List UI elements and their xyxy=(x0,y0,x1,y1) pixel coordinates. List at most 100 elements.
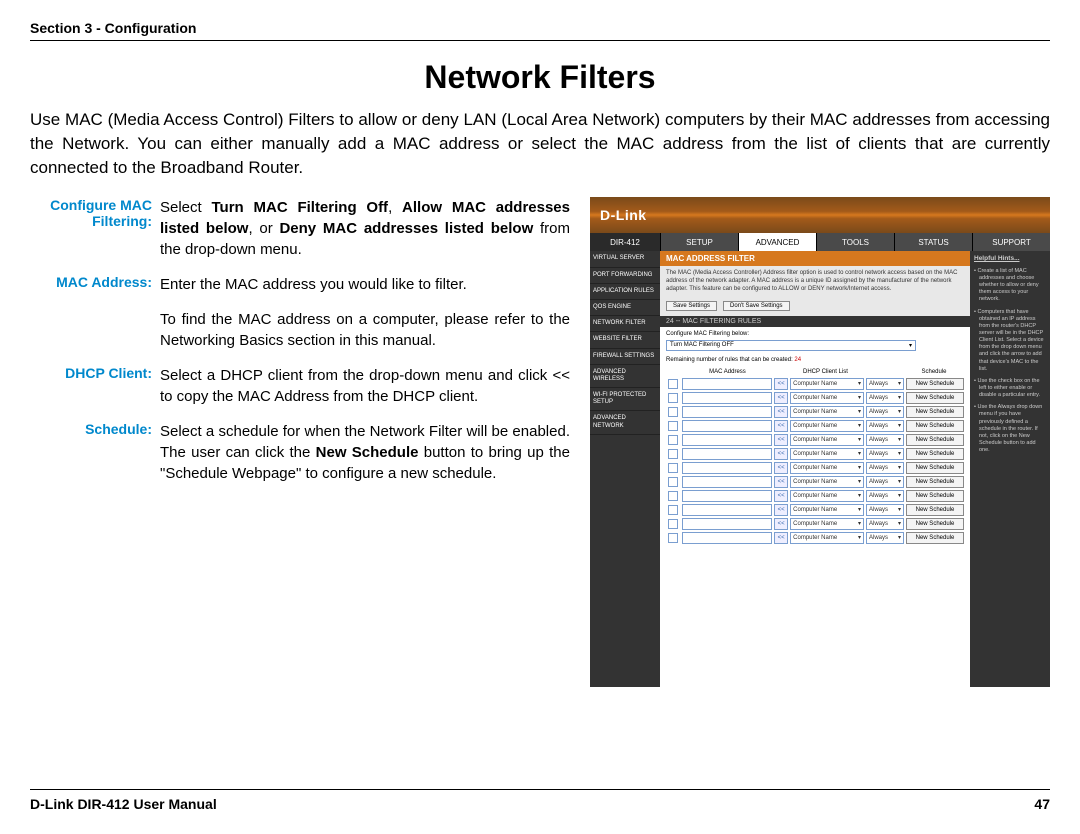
schedule-select[interactable]: Always▾ xyxy=(866,420,904,432)
mac-address-input[interactable] xyxy=(682,420,772,432)
dhcp-client-select[interactable]: Computer Name▾ xyxy=(790,504,864,516)
sidebar-item[interactable]: ADVANCED NETWORK xyxy=(590,411,660,434)
row-checkbox[interactable] xyxy=(668,393,678,403)
nav-support[interactable]: SUPPORT xyxy=(972,233,1050,251)
schedule-select[interactable]: Always▾ xyxy=(866,490,904,502)
mac-address-input[interactable] xyxy=(682,490,772,502)
mac-address-input[interactable] xyxy=(682,392,772,404)
schedule-select[interactable]: Always▾ xyxy=(866,392,904,404)
sidebar-item[interactable]: FIREWALL SETTINGS xyxy=(590,349,660,365)
copy-mac-button[interactable]: << xyxy=(774,490,788,502)
row-checkbox[interactable] xyxy=(668,491,678,501)
chevron-down-icon: ▾ xyxy=(858,450,861,457)
copy-mac-button[interactable]: << xyxy=(774,504,788,516)
copy-mac-button[interactable]: << xyxy=(774,434,788,446)
dhcp-client-select[interactable]: Computer Name▾ xyxy=(790,378,864,390)
copy-mac-button[interactable]: << xyxy=(774,448,788,460)
save-settings-button[interactable]: Save Settings xyxy=(666,301,717,311)
dhcp-client-select[interactable]: Computer Name▾ xyxy=(790,434,864,446)
copy-mac-button[interactable]: << xyxy=(774,392,788,404)
configure-label: Configure MAC Filtering below: xyxy=(666,331,964,337)
row-checkbox[interactable] xyxy=(668,505,678,515)
sidebar-item[interactable]: VIRTUAL SERVER xyxy=(590,251,660,267)
sidebar-item[interactable]: WI-FI PROTECTED SETUP xyxy=(590,388,660,411)
dhcp-client-select[interactable]: Computer Name▾ xyxy=(790,462,864,474)
chevron-down-icon: ▾ xyxy=(898,394,901,401)
new-schedule-button[interactable]: New Schedule xyxy=(906,448,964,460)
nav-status[interactable]: STATUS xyxy=(894,233,972,251)
copy-mac-button[interactable]: << xyxy=(774,518,788,530)
new-schedule-button[interactable]: New Schedule xyxy=(906,462,964,474)
copy-mac-button[interactable]: << xyxy=(774,420,788,432)
dhcp-client-select[interactable]: Computer Name▾ xyxy=(790,518,864,530)
dhcp-client-select[interactable]: Computer Name▾ xyxy=(790,476,864,488)
new-schedule-button[interactable]: New Schedule xyxy=(906,532,964,544)
mac-address-input[interactable] xyxy=(682,406,772,418)
row-checkbox[interactable] xyxy=(668,533,678,543)
schedule-select[interactable]: Always▾ xyxy=(866,532,904,544)
row-checkbox[interactable] xyxy=(668,519,678,529)
filter-row: <<Computer Name▾Always▾New Schedule xyxy=(666,447,964,461)
copy-mac-button[interactable]: << xyxy=(774,532,788,544)
schedule-select[interactable]: Always▾ xyxy=(866,476,904,488)
nav-tools[interactable]: TOOLS xyxy=(816,233,894,251)
row-checkbox[interactable] xyxy=(668,421,678,431)
new-schedule-button[interactable]: New Schedule xyxy=(906,378,964,390)
mac-address-input[interactable] xyxy=(682,462,772,474)
new-schedule-button[interactable]: New Schedule xyxy=(906,420,964,432)
manual-title: D-Link DIR-412 User Manual xyxy=(30,796,217,812)
copy-mac-button[interactable]: << xyxy=(774,406,788,418)
chevron-down-icon: ▾ xyxy=(858,408,861,415)
row-checkbox[interactable] xyxy=(668,407,678,417)
dhcp-client-select[interactable]: Computer Name▾ xyxy=(790,420,864,432)
hint-item: Create a list of MAC addresses and choos… xyxy=(974,268,1046,304)
mac-address-input[interactable] xyxy=(682,378,772,390)
mac-filtering-select[interactable]: Turn MAC Filtering OFF ▾ xyxy=(666,340,916,351)
row-checkbox[interactable] xyxy=(668,449,678,459)
new-schedule-button[interactable]: New Schedule xyxy=(906,476,964,488)
new-schedule-button[interactable]: New Schedule xyxy=(906,406,964,418)
dhcp-client-select[interactable]: Computer Name▾ xyxy=(790,490,864,502)
new-schedule-button[interactable]: New Schedule xyxy=(906,490,964,502)
chevron-down-icon: ▾ xyxy=(898,380,901,387)
dhcp-client-select[interactable]: Computer Name▾ xyxy=(790,392,864,404)
row-checkbox[interactable] xyxy=(668,463,678,473)
schedule-select[interactable]: Always▾ xyxy=(866,504,904,516)
new-schedule-button[interactable]: New Schedule xyxy=(906,504,964,516)
mac-address-input[interactable] xyxy=(682,448,772,460)
chevron-down-icon: ▾ xyxy=(898,464,901,471)
dont-save-settings-button[interactable]: Don't Save Settings xyxy=(723,301,790,311)
sidebar-item[interactable]: QOS ENGINE xyxy=(590,300,660,316)
schedule-select[interactable]: Always▾ xyxy=(866,434,904,446)
nav-advanced[interactable]: ADVANCED xyxy=(738,233,816,251)
schedule-select[interactable]: Always▾ xyxy=(866,448,904,460)
row-checkbox[interactable] xyxy=(668,477,678,487)
copy-mac-button[interactable]: << xyxy=(774,462,788,474)
sidebar-item[interactable]: APPLICATION RULES xyxy=(590,284,660,300)
sidebar-item[interactable]: ADVANCED WIRELESS xyxy=(590,365,660,388)
mac-address-input[interactable] xyxy=(682,434,772,446)
schedule-select[interactable]: Always▾ xyxy=(866,518,904,530)
schedule-select[interactable]: Always▾ xyxy=(866,406,904,418)
row-checkbox[interactable] xyxy=(668,435,678,445)
sidebar-item[interactable]: PORT FORWARDING xyxy=(590,268,660,284)
mac-address-input[interactable] xyxy=(682,532,772,544)
new-schedule-button[interactable]: New Schedule xyxy=(906,518,964,530)
dhcp-client-select[interactable]: Computer Name▾ xyxy=(790,532,864,544)
row-checkbox[interactable] xyxy=(668,379,678,389)
dhcp-client-select[interactable]: Computer Name▾ xyxy=(790,448,864,460)
new-schedule-button[interactable]: New Schedule xyxy=(906,434,964,446)
sidebar-item[interactable]: WEBSITE FILTER xyxy=(590,332,660,348)
mac-address-input[interactable] xyxy=(682,504,772,516)
mac-address-input[interactable] xyxy=(682,476,772,488)
sidebar-item[interactable]: NETWORK FILTER xyxy=(590,316,660,332)
dhcp-client-select[interactable]: Computer Name▾ xyxy=(790,406,864,418)
nav-setup[interactable]: SETUP xyxy=(660,233,738,251)
new-schedule-button[interactable]: New Schedule xyxy=(906,392,964,404)
mac-address-input[interactable] xyxy=(682,518,772,530)
copy-mac-button[interactable]: << xyxy=(774,476,788,488)
chevron-down-icon: ▾ xyxy=(898,422,901,429)
copy-mac-button[interactable]: << xyxy=(774,378,788,390)
schedule-select[interactable]: Always▾ xyxy=(866,378,904,390)
schedule-select[interactable]: Always▾ xyxy=(866,462,904,474)
